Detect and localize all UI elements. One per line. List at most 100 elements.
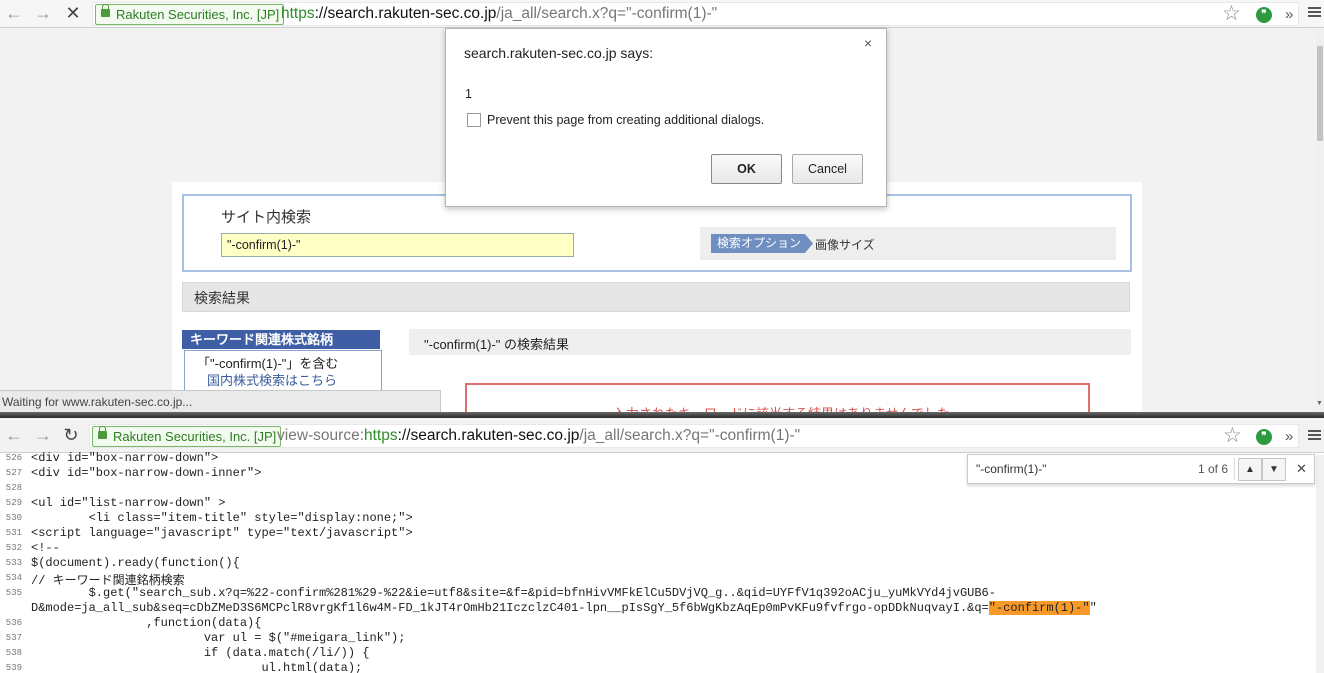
url-path: /ja_all/search.x?q="-confirm(1)-" — [579, 427, 801, 444]
line-number: 528 — [5, 483, 22, 493]
source-scrollbar[interactable] — [1316, 455, 1324, 673]
find-divider — [1234, 458, 1235, 480]
site-search-title: サイト内検索 — [221, 209, 312, 226]
browser-window-source: ← → ↻ Rakuten Securities, Inc. [JP] view… — [0, 418, 1324, 673]
url-text[interactable]: https://search.rakuten-sec.co.jp/ja_all/… — [281, 3, 717, 25]
url-scheme: https — [281, 5, 315, 22]
reload-icon[interactable]: ↻ — [60, 425, 82, 445]
line-code: var ul = $("#meigara_link"); — [31, 631, 406, 645]
hangouts-icon[interactable]: ❞ — [1256, 7, 1272, 23]
find-next-icon[interactable]: ▼ — [1262, 458, 1286, 481]
source-line: 536 ,function(data){ — [0, 616, 1316, 631]
results-header-bar: 検索結果 — [182, 282, 1130, 312]
forward-arrow-icon[interactable]: → — [32, 3, 54, 23]
no-results-box: 入力されたキーワードに該当する結果はありませんでした。 — [465, 383, 1090, 412]
line-number: 538 — [5, 648, 22, 658]
line-code: <script language="javascript" type="text… — [31, 526, 413, 540]
find-input[interactable]: "-confirm(1)-" — [976, 462, 1047, 476]
line-code: if (data.match(/li/)) { — [31, 646, 370, 660]
ok-button[interactable]: OK — [711, 154, 782, 184]
cancel-button[interactable]: Cancel — [792, 154, 863, 184]
image-size-option[interactable]: 画像サイズ — [815, 236, 875, 253]
line-number: 533 — [5, 558, 22, 568]
browser-toolbar: ← → ✕ Rakuten Securities, Inc. [JP] http… — [0, 0, 1324, 28]
line-number: 529 — [5, 498, 22, 508]
browser-window-page: ← → ✕ Rakuten Securities, Inc. [JP] http… — [0, 0, 1324, 412]
menu-icon[interactable] — [1308, 430, 1321, 441]
line-number: 534 — [5, 573, 22, 583]
line-code: ul.html(data); — [31, 661, 363, 673]
source-line: 538 if (data.match(/li/)) { — [0, 646, 1316, 661]
bookmark-star-icon[interactable]: ☆ — [1223, 425, 1242, 447]
hangouts-icon[interactable]: ❞ — [1256, 429, 1272, 445]
line-code: D&mode=ja_all_sub&seq=cDbZMeD3S6MCPclR8v… — [31, 601, 1097, 615]
ev-label: Rakuten Securities, Inc. [JP] — [116, 7, 280, 22]
source-line: 539 ul.html(data); — [0, 661, 1316, 673]
source-line: 530 <li class="item-title" style="displa… — [0, 511, 1316, 526]
line-number: 527 — [5, 468, 22, 478]
find-match-count: 1 of 6 — [1198, 462, 1229, 476]
ev-label: Rakuten Securities, Inc. [JP] — [113, 429, 277, 444]
source-line: D&mode=ja_all_sub&seq=cDbZMeD3S6MCPclR8v… — [0, 601, 1316, 616]
extensions-overflow-icon[interactable]: » — [1285, 6, 1293, 23]
line-number: 535 — [5, 588, 22, 598]
lock-icon — [101, 4, 110, 17]
result-title: "-confirm(1)-" の検索結果 — [424, 337, 570, 352]
find-previous-icon[interactable]: ▲ — [1238, 458, 1262, 481]
ev-security-badge[interactable]: Rakuten Securities, Inc. [JP] — [95, 4, 285, 25]
source-line: 533 $(document).ready(function(){ — [0, 556, 1316, 571]
no-results-message: 入力されたキーワードに該当する結果はありませんでした。 — [613, 403, 963, 412]
prevent-dialogs-checkbox[interactable] — [467, 113, 481, 127]
page-scrollbar[interactable]: ▼ — [1316, 28, 1324, 412]
scroll-down-arrow-icon[interactable]: ▼ — [1316, 400, 1323, 407]
forward-arrow-icon[interactable]: → — [32, 425, 54, 445]
source-line: 534// キーワード関連銘柄検索 — [0, 571, 1316, 588]
line-number: 539 — [5, 663, 22, 673]
find-highlight: "-confirm(1)-" — [988, 601, 1090, 615]
dialog-close-icon[interactable]: × — [864, 35, 872, 51]
find-bar: "-confirm(1)-" 1 of 6 ▲ ▼ ✕ — [967, 454, 1315, 484]
line-number: 526 — [5, 453, 22, 463]
search-options-panel: 検索オプション 画像サイズ — [700, 227, 1116, 260]
line-code: <li class="item-title" style="display:no… — [31, 511, 413, 525]
menu-icon[interactable] — [1308, 7, 1321, 18]
scrollbar-thumb[interactable] — [1317, 46, 1323, 141]
line-number: 536 — [5, 618, 22, 628]
result-title-bar: "-confirm(1)-" の検索結果 — [409, 329, 1131, 355]
back-arrow-icon[interactable]: ← — [3, 3, 25, 23]
lock-icon — [98, 426, 107, 439]
url-path: /ja_all/search.x?q="-confirm(1)-" — [496, 5, 718, 22]
extensions-overflow-icon[interactable]: » — [1285, 428, 1293, 445]
prevent-dialogs-label[interactable]: Prevent this page from creating addition… — [487, 113, 764, 127]
bookmark-star-icon[interactable]: ☆ — [1222, 3, 1241, 25]
line-number: 531 — [5, 528, 22, 538]
source-line: 537 var ul = $("#meigara_link"); — [0, 631, 1316, 646]
ev-security-badge[interactable]: Rakuten Securities, Inc. [JP] — [92, 426, 282, 447]
url-text[interactable]: view-source:https://search.rakuten-sec.c… — [277, 425, 800, 447]
source-line: 529 <ul id="list-narrow-down" > — [0, 496, 1316, 511]
line-code: ,function(data){ — [31, 616, 262, 630]
dialog-title: search.rakuten-sec.co.jp says: — [464, 45, 654, 61]
back-arrow-icon[interactable]: ← — [3, 425, 25, 445]
url-host: ://search.rakuten-sec.co.jp — [314, 5, 497, 22]
browser-toolbar-source: ← → ↻ Rakuten Securities, Inc. [JP] view… — [0, 418, 1324, 453]
address-bar-source[interactable]: Rakuten Securities, Inc. [JP] view-sourc… — [89, 424, 1299, 448]
line-code: <!-- — [31, 541, 60, 555]
dialog-message: 1 — [465, 87, 472, 101]
site-search-input[interactable]: "-confirm(1)-" — [221, 233, 574, 257]
line-code: <ul id="list-narrow-down" > — [31, 496, 226, 510]
search-options-tag[interactable]: 検索オプション — [711, 234, 814, 253]
source-line: 535 $.get("search_sub.x?q=%22-confirm%28… — [0, 586, 1316, 601]
page-content: サイト内検索 "-confirm(1)-" 検索オプション 画像サイズ 検索結果… — [172, 182, 1142, 412]
alert-dialog: search.rakuten-sec.co.jp says: × 1 Preve… — [445, 28, 887, 207]
line-code: <div id="box-narrow-down"> — [31, 451, 219, 465]
line-number: 530 — [5, 513, 22, 523]
find-close-icon[interactable]: ✕ — [1296, 461, 1307, 477]
keyword-stocks-header: キーワード関連株式銘柄 — [182, 330, 380, 349]
url-host: ://search.rakuten-sec.co.jp — [397, 427, 580, 444]
stop-icon[interactable]: ✕ — [62, 3, 84, 23]
address-bar[interactable]: Rakuten Securities, Inc. [JP] https://se… — [92, 2, 1299, 26]
source-line: 532 <!-- — [0, 541, 1316, 556]
domestic-stock-search-link[interactable]: 国内株式検索はこちら — [207, 370, 337, 389]
url-scheme: https — [364, 427, 398, 444]
